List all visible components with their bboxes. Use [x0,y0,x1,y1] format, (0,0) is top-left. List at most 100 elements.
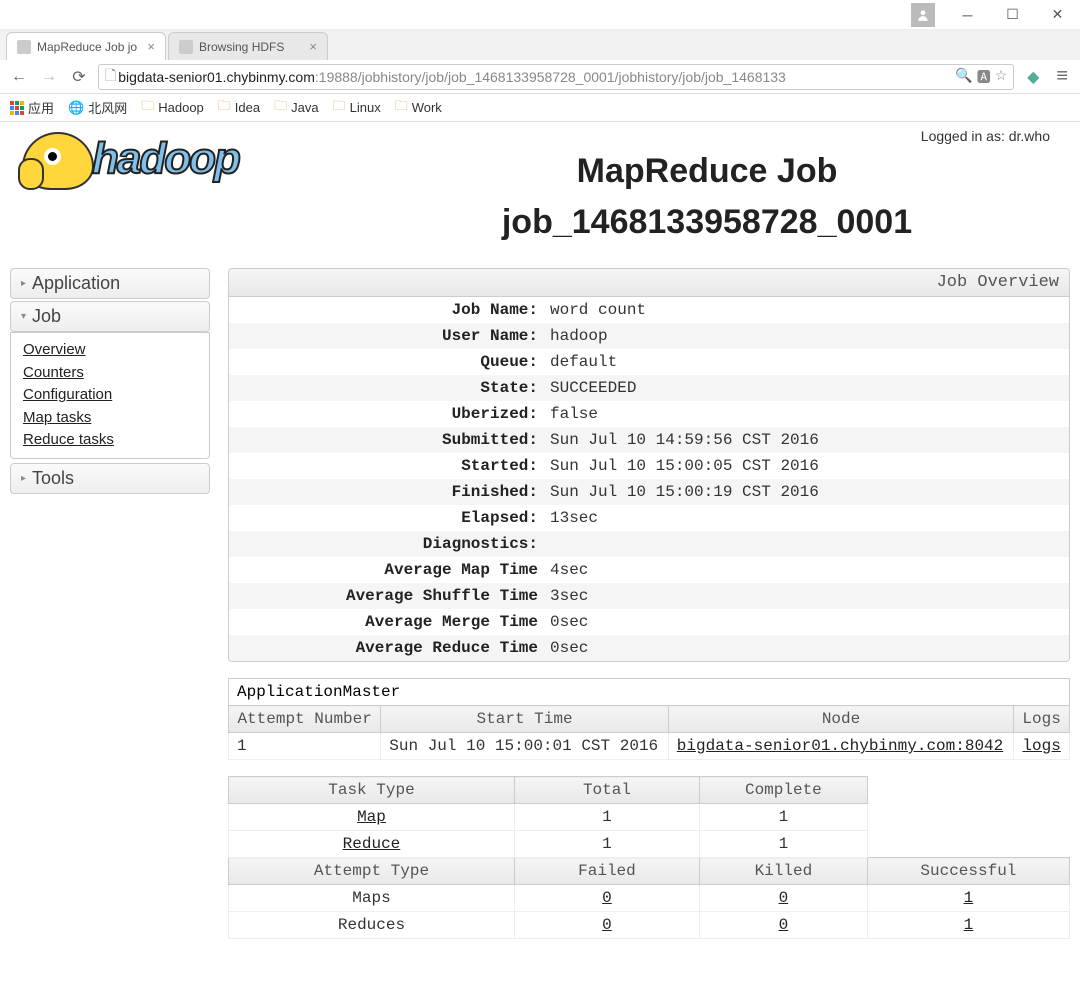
info-value: 13sec [544,509,1069,527]
info-label: Average Reduce Time [229,639,544,657]
bookmark-folder[interactable]: 🗀Linux [333,97,381,119]
info-label: Queue: [229,353,544,371]
logo-text: hadoop [92,134,239,184]
reduce-link[interactable]: Reduce [343,835,401,853]
window-titlebar: ─ ☐ ✕ [0,0,1080,30]
info-value: Sun Jul 10 15:00:05 CST 2016 [544,457,1069,475]
sidebar-link-configuration[interactable]: Configuration [23,384,197,407]
map-link[interactable]: Map [357,808,386,826]
task-type-table: Task Type Total Complete Map 1 1 Reduce … [228,776,1070,939]
window-close-button[interactable]: ✕ [1035,0,1080,30]
th-successful: Successful [867,858,1069,885]
failed-link[interactable]: 0 [602,916,612,934]
url-path: :19888/jobhistory/job/job_1468133958728_… [315,69,786,85]
caret-right-icon: ▸ [21,473,26,484]
td-type: Maps [229,885,515,912]
info-value: default [544,353,1069,371]
folder-icon: 🗀 [274,97,287,119]
tab-close-icon[interactable]: × [147,39,155,54]
info-row: Average Reduce Time0sec [229,635,1069,661]
info-value: Sun Jul 10 14:59:56 CST 2016 [544,431,1069,449]
successful-link[interactable]: 1 [964,916,974,934]
info-value: 0sec [544,639,1069,657]
th-complete: Complete [699,777,867,804]
user-avatar-icon[interactable] [911,3,935,27]
window-minimize-button[interactable]: ─ [945,0,990,30]
chrome-menu-button[interactable]: ≡ [1052,65,1072,88]
bookmarks-bar: 应用 🌐北风网 🗀Hadoop 🗀Idea 🗀Java 🗀Linux 🗀Work [0,94,1080,122]
node-link[interactable]: bigdata-senior01.chybinmy.com:8042 [677,737,1003,755]
favicon-icon [17,40,31,54]
info-row: Average Shuffle Time3sec [229,583,1069,609]
table-row: 1 Sun Jul 10 15:00:01 CST 2016 bigdata-s… [229,733,1070,760]
browser-tab-active[interactable]: MapReduce Job jo × [6,32,166,60]
extension-icon[interactable]: ◆ [1022,67,1044,87]
caret-down-icon: ▾ [21,311,26,322]
info-value: Sun Jul 10 15:00:19 CST 2016 [544,483,1069,501]
translate-icon[interactable]: 🅰 [977,67,991,87]
page-info-icon[interactable]: 🗋 [105,65,116,89]
url-host: bigdata-senior01.chybinmy.com [118,69,315,85]
sidebar-section-job[interactable]: ▾ Job [10,301,210,332]
folder-icon: 🗀 [218,97,231,119]
tab-close-icon[interactable]: × [309,39,317,54]
sidebar-link-reduce-tasks[interactable]: Reduce tasks [23,429,197,452]
sidebar-link-counters[interactable]: Counters [23,362,197,385]
info-value: false [544,405,1069,423]
th-node: Node [668,706,1013,733]
td-attempt: 1 [229,733,381,760]
folder-icon: 🗀 [395,97,408,119]
th-tasktype: Task Type [229,777,515,804]
info-label: Finished: [229,483,544,501]
tab-title: MapReduce Job jo [37,40,137,54]
failed-link[interactable]: 0 [602,889,612,907]
bookmark-folder[interactable]: 🗀Idea [218,97,260,119]
killed-link[interactable]: 0 [779,916,789,934]
window-maximize-button[interactable]: ☐ [990,0,1035,30]
bookmark-folder[interactable]: 🗀Work [395,97,442,119]
elephant-icon [22,132,94,190]
apps-grid-icon [10,101,24,115]
browser-tab-inactive[interactable]: Browsing HDFS × [168,32,328,60]
forward-button[interactable]: → [38,68,60,86]
info-row: State:SUCCEEDED [229,375,1069,401]
killed-link[interactable]: 0 [779,889,789,907]
reload-button[interactable]: ⟳ [68,67,90,87]
bookmark-folder[interactable]: 🗀Java [274,97,318,119]
address-bar[interactable]: 🗋 bigdata-senior01.chybinmy.com :19888/j… [98,64,1014,90]
td-complete: 1 [699,804,867,831]
sidebar-section-tools[interactable]: ▸ Tools [10,463,210,494]
table-row: Map 1 1 [229,804,1070,831]
info-value: 3sec [544,587,1069,605]
sidebar-section-application[interactable]: ▸ Application [10,268,210,299]
back-button[interactable]: ← [8,68,30,86]
th-failed: Failed [514,858,699,885]
globe-icon: 🌐 [68,100,84,116]
bookmark-star-icon[interactable]: ☆ [995,67,1008,87]
info-label: Average Shuffle Time [229,587,544,605]
search-engine-icon[interactable]: 🔍 [955,67,972,87]
info-label: User Name: [229,327,544,345]
th-total: Total [514,777,699,804]
logs-link[interactable]: logs [1022,737,1060,755]
table-row: Reduce 1 1 [229,831,1070,858]
apps-shortcut[interactable]: 应用 [10,98,54,117]
info-value: SUCCEEDED [544,379,1069,397]
bookmark-folder[interactable]: 🗀Hadoop [141,97,204,119]
td-total: 1 [514,804,699,831]
browser-tab-strip: MapReduce Job jo × Browsing HDFS × [0,30,1080,60]
sidebar: ▸ Application ▾ Job Overview Counters Co… [10,268,210,939]
hadoop-logo[interactable]: hadoop [10,122,344,198]
info-label: Submitted: [229,431,544,449]
sidebar-link-overview[interactable]: Overview [23,339,197,362]
job-overview-panel: Job Overview Job Name:word countUser Nam… [228,268,1070,662]
bookmark-item[interactable]: 🌐北风网 [68,98,127,117]
info-value: 0sec [544,613,1069,631]
info-row: Uberized:false [229,401,1069,427]
table-header-row: Task Type Total Complete [229,777,1070,804]
info-label: Average Map Time [229,561,544,579]
sidebar-subnav: Overview Counters Configuration Map task… [10,332,210,459]
sidebar-link-map-tasks[interactable]: Map tasks [23,407,197,430]
main-content: Job Overview Job Name:word countUser Nam… [228,268,1070,939]
successful-link[interactable]: 1 [964,889,974,907]
